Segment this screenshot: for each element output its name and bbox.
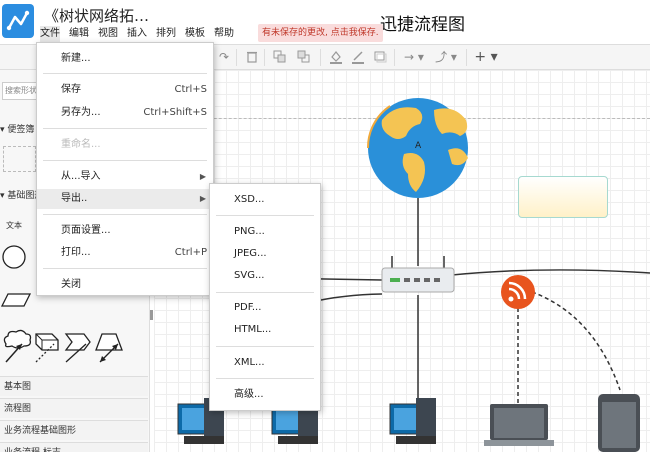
menu-item-close[interactable]: 关闭 (37, 275, 213, 295)
menu-item-rename-label: 重命名... (61, 139, 101, 150)
menu-view[interactable]: 视图 (98, 26, 118, 42)
menu-separator (216, 215, 314, 216)
line-color-icon[interactable] (350, 50, 366, 64)
toolbar-divider (236, 49, 237, 66)
menu-item-save-label: 保存 (61, 84, 81, 95)
redo-icon[interactable]: ↷ (216, 50, 232, 64)
waypoints-icon[interactable]: ⤴ ▾ (434, 50, 458, 64)
desktop-computer-icon[interactable] (389, 398, 436, 444)
scratchpad-header[interactable]: ▾ 便签簿 (0, 122, 34, 135)
print-shortcut: Ctrl+P (174, 247, 207, 258)
menu-item-rename: 重命名... (37, 135, 213, 155)
menu-edit[interactable]: 编辑 (69, 26, 89, 42)
shadow-icon[interactable] (372, 50, 388, 64)
submenu-arrow-icon: ▶ (199, 194, 206, 203)
menu-item-import-label: 从...导入 (61, 171, 101, 182)
category-basic[interactable]: 基本图 (0, 376, 148, 396)
menu-arrange[interactable]: 排列 (156, 26, 176, 42)
menu-separator (43, 214, 207, 215)
document-title[interactable]: 《树状网络拓… (44, 5, 149, 26)
export-advanced[interactable]: 高级... (210, 385, 320, 405)
menu-item-save-as[interactable]: 另存为... Ctrl+Shift+S (37, 103, 213, 123)
menu-help[interactable]: 帮助 (214, 26, 234, 42)
menu-item-new[interactable]: 新建... (37, 49, 213, 69)
note-shape[interactable] (518, 176, 608, 218)
menu-file[interactable]: 文件 (40, 26, 60, 42)
export-xml[interactable]: XML... (210, 353, 320, 373)
menu-separator (216, 346, 314, 347)
export-jpeg[interactable]: JPEG... (210, 244, 320, 264)
export-xsd[interactable]: XSD... (210, 190, 320, 210)
export-submenu: XSD... PNG... JPEG... SVG... PDF... HTML… (209, 183, 321, 411)
menu-item-page-setup[interactable]: 页面设置... (37, 221, 213, 241)
connection-style-icon[interactable]: → ▾ (402, 50, 426, 64)
export-pdf[interactable]: PDF... (210, 298, 320, 318)
menu-item-close-label: 关闭 (61, 279, 81, 290)
menu-item-print-label: 打印... (61, 247, 91, 258)
unsaved-changes-notice[interactable]: 有未保存的更改, 点击我保存. (258, 24, 383, 42)
line-connector-shape[interactable] (65, 343, 87, 363)
menu-item-page-setup-label: 页面设置... (61, 225, 111, 236)
connector-palette (5, 343, 119, 363)
dashed-connector-shape[interactable] (35, 343, 55, 363)
to-back-icon[interactable] (296, 50, 312, 64)
export-png[interactable]: PNG... (210, 222, 320, 242)
save-as-shortcut: Ctrl+Shift+S (143, 107, 207, 118)
app-window: 《树状网络拓… 迅捷流程图 文件 编辑 视图 插入 排列 模板 帮助 有未保存的… (0, 0, 650, 452)
menubar: 文件 编辑 视图 插入 排列 模板 帮助 (40, 26, 243, 42)
category-flowchart[interactable]: 流程图 (0, 398, 148, 418)
menu-separator (43, 268, 207, 269)
menu-separator (43, 160, 207, 161)
menu-insert[interactable]: 插入 (127, 26, 147, 42)
sidebar-resize-handle[interactable] (150, 310, 153, 320)
file-menu-dropdown: 新建... 保存 Ctrl+S 另存为... Ctrl+Shift+S 重命名...… (36, 42, 214, 296)
menu-template[interactable]: 模板 (185, 26, 205, 42)
laptop-icon[interactable] (484, 404, 554, 446)
menu-item-export[interactable]: 导出.. ▶ (37, 189, 213, 209)
toolbar-divider (466, 49, 467, 66)
menu-separator (43, 73, 207, 74)
rss-icon[interactable] (501, 275, 535, 309)
toolbar-divider (264, 49, 265, 66)
mobile-phone-icon[interactable] (598, 394, 640, 452)
export-svg[interactable]: SVG... (210, 266, 320, 286)
globe-text-label[interactable]: A (415, 141, 421, 151)
save-shortcut: Ctrl+S (174, 84, 207, 95)
menu-separator (216, 292, 314, 293)
arrow-connector-shape[interactable] (5, 343, 23, 363)
app-name: 迅捷流程图 (380, 15, 465, 35)
text-shape-label[interactable]: 文本 (6, 220, 22, 231)
category-business-basic[interactable]: 业务流程基础图形 (0, 420, 148, 440)
parallelogram-shape[interactable] (0, 293, 32, 307)
menu-separator (43, 128, 207, 129)
toolbar-divider (394, 49, 395, 66)
scratchpad-dropzone[interactable] (3, 146, 36, 172)
bidirectional-connector-shape[interactable] (99, 343, 119, 363)
category-business-flags[interactable]: 业务流程 标志 (0, 442, 148, 452)
menu-item-save-as-label: 另存为... (61, 107, 101, 118)
scratchpad-label: 便签簿 (7, 125, 35, 135)
fill-color-icon[interactable] (328, 50, 344, 64)
submenu-arrow-icon: ▶ (199, 172, 206, 181)
menu-item-import[interactable]: 从...导入 ▶ (37, 167, 213, 187)
circle-shape[interactable] (2, 245, 26, 269)
menu-item-new-label: 新建... (61, 53, 91, 64)
menu-item-save[interactable]: 保存 Ctrl+S (37, 80, 213, 100)
to-front-icon[interactable] (272, 50, 288, 64)
toolbar-divider (320, 49, 321, 66)
menu-separator (216, 378, 314, 379)
menu-item-export-label: 导出.. (61, 193, 88, 204)
delete-icon[interactable] (244, 50, 260, 64)
header: 《树状网络拓… 迅捷流程图 文件 编辑 视图 插入 排列 模板 帮助 有未保存的… (0, 0, 650, 44)
app-logo-icon[interactable] (2, 4, 34, 38)
insert-plus-icon[interactable]: + ▾ (474, 50, 498, 64)
export-html[interactable]: HTML... (210, 320, 320, 340)
menu-item-print[interactable]: 打印... Ctrl+P (37, 243, 213, 263)
